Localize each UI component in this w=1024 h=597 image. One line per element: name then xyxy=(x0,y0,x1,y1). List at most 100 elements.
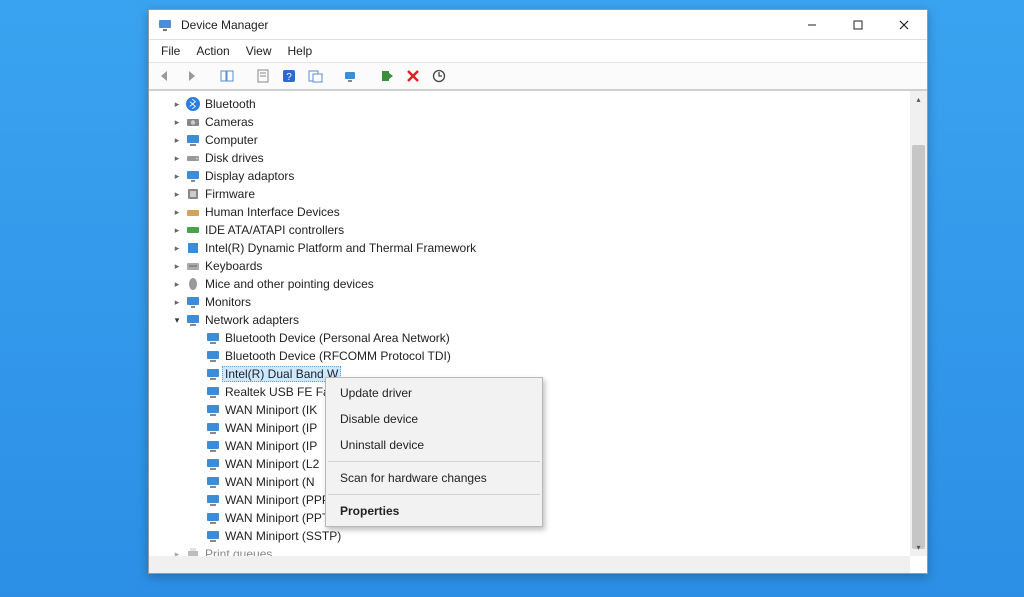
network-adapter-icon xyxy=(205,528,221,544)
tree-category[interactable]: ▸ Human Interface Devices xyxy=(149,203,910,221)
ctx-separator xyxy=(328,461,540,462)
chevron-right-icon[interactable]: ▸ xyxy=(171,134,183,146)
network-adapter-icon xyxy=(205,456,221,472)
tree-label: IDE ATA/ATAPI controllers xyxy=(205,223,344,237)
scroll-thumb[interactable] xyxy=(912,145,925,549)
menu-view[interactable]: View xyxy=(238,42,280,60)
display-adapter-icon xyxy=(185,168,201,184)
scroll-up-button[interactable]: ▴ xyxy=(910,91,927,108)
ctx-update-driver[interactable]: Update driver xyxy=(326,380,542,406)
tree-category[interactable]: ▸Cameras xyxy=(149,113,910,131)
scroll-down-button[interactable]: ▾ xyxy=(910,539,927,556)
uninstall-device-button[interactable] xyxy=(401,65,425,87)
chevron-right-icon[interactable]: ▸ xyxy=(171,224,183,236)
tree-category[interactable]: ▸ Firmware xyxy=(149,185,910,203)
tree-category[interactable]: ▸Print queues xyxy=(149,545,910,556)
tree-item[interactable]: ·WAN Miniport (SSTP) xyxy=(149,527,910,545)
network-adapter-icon xyxy=(205,402,221,418)
tree-category-network[interactable]: ▾ Network adapters xyxy=(149,311,910,329)
tree-label: Intel(R) Dynamic Platform and Thermal Fr… xyxy=(205,241,476,255)
chevron-right-icon[interactable]: ▸ xyxy=(171,98,183,110)
tree-label: Mice and other pointing devices xyxy=(205,277,374,291)
chevron-right-icon[interactable]: ▸ xyxy=(171,116,183,128)
tree-label: Human Interface Devices xyxy=(205,205,340,219)
network-adapter-icon xyxy=(205,420,221,436)
scan-hardware-button[interactable] xyxy=(427,65,451,87)
printer-icon xyxy=(185,546,201,556)
ctx-properties[interactable]: Properties xyxy=(326,498,542,524)
tree-label: WAN Miniport (N xyxy=(225,475,315,489)
ctx-uninstall-device[interactable]: Uninstall device xyxy=(326,432,542,458)
close-button[interactable] xyxy=(881,10,927,39)
titlebar: Device Manager xyxy=(149,10,927,40)
minimize-button[interactable] xyxy=(789,10,835,39)
hid-icon xyxy=(185,204,201,220)
tree-label: Bluetooth xyxy=(205,97,256,111)
tree-category[interactable]: ▸ Bluetooth xyxy=(149,95,910,113)
bluetooth-icon xyxy=(185,96,201,112)
ctx-disable-device[interactable]: Disable device xyxy=(326,406,542,432)
tree-label: Realtek USB FE Fa xyxy=(225,385,330,399)
intel-platform-icon xyxy=(185,240,201,256)
forward-button[interactable] xyxy=(179,65,203,87)
chevron-right-icon[interactable]: ▸ xyxy=(171,170,183,182)
network-adapter-icon xyxy=(205,510,221,526)
menubar: File Action View Help xyxy=(149,40,927,62)
svg-text:?: ? xyxy=(286,72,292,83)
network-adapter-icon xyxy=(205,474,221,490)
window-title: Device Manager xyxy=(181,18,789,32)
tree-category[interactable]: ▸ Display adaptors xyxy=(149,167,910,185)
tree-label: WAN Miniport (L2 xyxy=(225,457,319,471)
tree-label: Monitors xyxy=(205,295,251,309)
menu-help[interactable]: Help xyxy=(280,42,321,60)
vertical-scrollbar[interactable]: ▴ ▾ xyxy=(910,91,927,556)
tree-category[interactable]: ▸Disk drives xyxy=(149,149,910,167)
ctx-scan-hardware[interactable]: Scan for hardware changes xyxy=(326,465,542,491)
tree-category[interactable]: ▸ Mice and other pointing devices xyxy=(149,275,910,293)
horizontal-scrollbar[interactable] xyxy=(149,556,910,573)
tree-category[interactable]: ▸ IDE ATA/ATAPI controllers xyxy=(149,221,910,239)
chevron-right-icon[interactable]: ▸ xyxy=(171,242,183,254)
tree-label: Display adaptors xyxy=(205,169,294,183)
chevron-down-icon[interactable]: ▾ xyxy=(171,314,183,326)
tree-label: Network adapters xyxy=(205,313,299,327)
tree-category[interactable]: ▸ Keyboards xyxy=(149,257,910,275)
chevron-right-icon[interactable]: ▸ xyxy=(171,260,183,272)
chevron-right-icon[interactable]: ▸ xyxy=(171,278,183,290)
keyboard-icon xyxy=(185,258,201,274)
tree-label: Bluetooth Device (Personal Area Network) xyxy=(225,331,450,345)
menu-action[interactable]: Action xyxy=(188,42,237,60)
network-adapter-icon xyxy=(185,312,201,328)
maximize-button[interactable] xyxy=(835,10,881,39)
chevron-right-icon[interactable]: ▸ xyxy=(171,296,183,308)
help-button[interactable]: ? xyxy=(277,65,301,87)
window-controls xyxy=(789,10,927,39)
network-adapter-icon xyxy=(205,330,221,346)
tree-label: Keyboards xyxy=(205,259,262,273)
context-menu: Update driver Disable device Uninstall d… xyxy=(325,377,543,527)
chevron-right-icon[interactable]: ▸ xyxy=(171,152,183,164)
show-hide-tree-button[interactable] xyxy=(215,65,239,87)
back-button[interactable] xyxy=(153,65,177,87)
enable-device-button[interactable] xyxy=(375,65,399,87)
tree-category[interactable]: ▸Computer xyxy=(149,131,910,149)
network-adapter-icon xyxy=(205,384,221,400)
device-manager-app-icon xyxy=(157,17,173,33)
tree-label: WAN Miniport (IK xyxy=(225,403,317,417)
properties-button[interactable] xyxy=(251,65,275,87)
ide-controller-icon xyxy=(185,222,201,238)
menu-file[interactable]: File xyxy=(153,42,188,60)
tree-label: Firmware xyxy=(205,187,255,201)
tree-item[interactable]: ·Bluetooth Device (RFCOMM Protocol TDI) xyxy=(149,347,910,365)
update-driver-button[interactable] xyxy=(339,65,363,87)
tree-category[interactable]: ▸ Intel(R) Dynamic Platform and Thermal F… xyxy=(149,239,910,257)
computer-icon xyxy=(185,132,201,148)
tree-category[interactable]: ▸ Monitors xyxy=(149,293,910,311)
tree-item[interactable]: ·Bluetooth Device (Personal Area Network… xyxy=(149,329,910,347)
firmware-icon xyxy=(185,186,201,202)
chevron-right-icon[interactable]: ▸ xyxy=(171,206,183,218)
action-button[interactable] xyxy=(303,65,327,87)
chevron-right-icon[interactable]: ▸ xyxy=(171,188,183,200)
chevron-right-icon[interactable]: ▸ xyxy=(171,548,183,556)
ctx-separator xyxy=(328,494,540,495)
